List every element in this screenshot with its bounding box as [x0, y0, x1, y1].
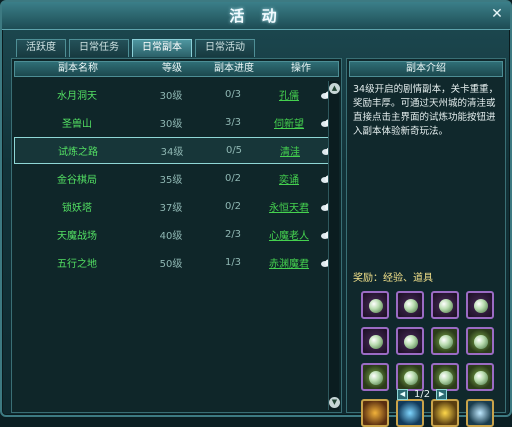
info-header: 副本介绍 [349, 61, 503, 77]
header-action: 操作 [291, 63, 311, 74]
tab-activity[interactable]: 活跃度 [16, 39, 66, 57]
dungeon-name: 水月洞天 [57, 91, 97, 102]
purple-orb-item-icon[interactable] [466, 291, 494, 319]
dungeon-progress: 0/2 [224, 173, 242, 184]
dungeon-info-panel: 副本介绍 34级开启的剧情副本，关卡重重，奖励丰厚。可通过天州城的清洼或直接点击… [346, 58, 506, 427]
purple-orb-item-icon[interactable] [396, 327, 424, 355]
reward-pager: ◀ 1/2 ▶ [397, 387, 448, 401]
npc-link[interactable]: 奕诵 [264, 171, 314, 186]
purple-orb-item-icon[interactable] [361, 327, 389, 355]
close-icon[interactable]: ✕ [488, 5, 506, 23]
scroll-down-icon[interactable]: ▼ [329, 397, 340, 408]
npc-link[interactable]: 清洼 [265, 143, 315, 158]
dungeon-progress: 1/3 [224, 257, 242, 268]
scroll-up-icon[interactable]: ▲ [329, 83, 340, 94]
npc-link[interactable]: 永恒天君 [264, 199, 314, 214]
gold-scroll-item-icon[interactable] [431, 399, 459, 427]
green-gem-item-icon[interactable] [361, 363, 389, 391]
dungeon-level: 34级 [160, 147, 184, 158]
dungeon-progress: 2/3 [224, 229, 242, 240]
tab-daily-quest[interactable]: 日常任务 [69, 39, 129, 57]
dungeon-level: 50级 [159, 259, 183, 270]
title-bar: 活 动 ✕ [2, 2, 510, 30]
ice-shard-item-icon[interactable] [466, 399, 494, 427]
green-gem-item-icon[interactable] [431, 327, 459, 355]
fire-sword-item-icon[interactable] [361, 399, 389, 427]
dungeon-list-panel: 副本名称 等级 副本进度 操作 水月洞天 30级 0/3 孔儒 圣兽山 30级 … [11, 58, 342, 413]
tab-bar: 活跃度 日常任务 日常副本 日常活动 [16, 39, 255, 57]
prev-page-icon[interactable]: ◀ [397, 388, 408, 400]
tab-daily-event[interactable]: 日常活动 [195, 39, 255, 57]
dungeon-name: 锁妖塔 [62, 203, 92, 214]
table-row-selected[interactable]: 试炼之路 34级 0/5 清洼 [14, 137, 339, 164]
blue-crystal-item-icon[interactable] [396, 399, 424, 427]
table-row[interactable]: 金谷棋局 35级 0/2 奕诵 [14, 165, 339, 192]
table-row[interactable]: 圣兽山 30级 3/3 伺新望 [14, 109, 339, 136]
npc-link[interactable]: 赤渊魔君 [264, 255, 314, 270]
npc-link[interactable]: 心魔老人 [264, 227, 314, 242]
dungeon-level: 35级 [159, 175, 183, 186]
purple-orb-item-icon[interactable] [361, 291, 389, 319]
table-row[interactable]: 锁妖塔 37级 0/2 永恒天君 [14, 193, 339, 220]
dungeon-progress: 0/2 [224, 201, 242, 212]
dungeon-description: 34级开启的剧情副本，关卡重重，奖励丰厚。可通过天州城的清洼或直接点击主界面的试… [353, 84, 499, 137]
dungeon-name: 五行之地 [57, 259, 97, 270]
dungeon-progress: 0/5 [225, 145, 243, 156]
tab-daily-dungeon[interactable]: 日常副本 [132, 39, 192, 57]
table-row[interactable]: 五行之地 50级 1/3 赤渊魔君 [14, 249, 339, 276]
dungeon-level: 40级 [159, 231, 183, 242]
header-level: 等级 [162, 63, 182, 74]
table-header: 副本名称 等级 副本进度 操作 [14, 61, 339, 77]
purple-orb-item-icon[interactable] [396, 291, 424, 319]
list-scrollbar[interactable]: ▲ ▼ [328, 81, 340, 410]
reward-label: 奖励：经验、道具 [353, 273, 433, 284]
dungeon-name: 天魔战场 [57, 231, 97, 242]
dungeon-rows: 水月洞天 30级 0/3 孔儒 圣兽山 30级 3/3 伺新望 试炼之路 34级… [14, 81, 339, 277]
npc-link[interactable]: 伺新望 [264, 115, 314, 130]
dungeon-progress: 3/3 [224, 117, 242, 128]
activity-window: 活 动 ✕ 活跃度 日常任务 日常副本 日常活动 副本名称 等级 副本进度 操作… [0, 0, 512, 427]
dungeon-level: 30级 [159, 119, 183, 130]
dungeon-level: 37级 [159, 203, 183, 214]
header-name: 副本名称 [58, 63, 98, 74]
window-title: 活 动 [229, 7, 283, 25]
table-row[interactable]: 天魔战场 40级 2/3 心魔老人 [14, 221, 339, 248]
dungeon-name: 圣兽山 [62, 119, 92, 130]
dungeon-name: 金谷棋局 [57, 175, 97, 186]
purple-orb-item-icon[interactable] [431, 291, 459, 319]
table-row[interactable]: 水月洞天 30级 0/3 孔儒 [14, 81, 339, 108]
header-progress: 副本进度 [214, 63, 254, 74]
dungeon-progress: 0/3 [224, 89, 242, 100]
dungeon-level: 30级 [159, 91, 183, 102]
green-gem-item-icon[interactable] [466, 327, 494, 355]
green-gem-item-icon[interactable] [466, 363, 494, 391]
page-indicator: 1/2 [414, 388, 431, 400]
next-page-icon[interactable]: ▶ [436, 388, 448, 400]
npc-link[interactable]: 孔儒 [264, 87, 314, 102]
dungeon-name: 试炼之路 [58, 147, 98, 158]
